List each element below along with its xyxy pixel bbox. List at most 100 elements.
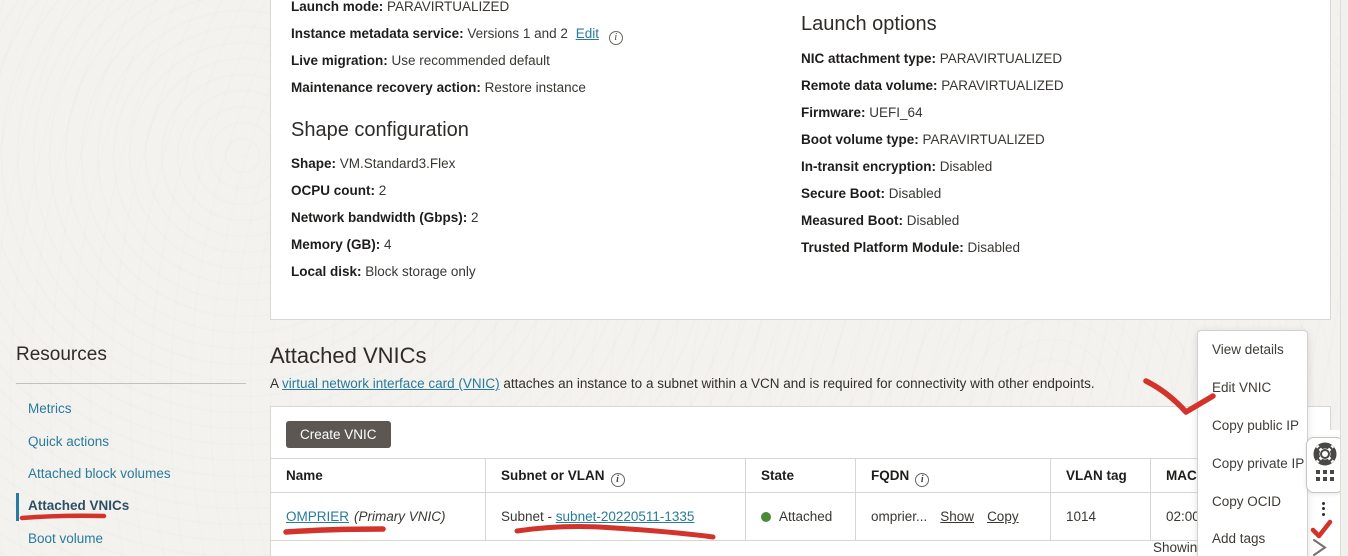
detail-value: Versions 1 and 2 (467, 26, 568, 41)
detail-value: UEFI_64 (869, 105, 922, 120)
fqdn-value: omprier... (871, 509, 927, 524)
scrollbar[interactable] (1340, 0, 1348, 556)
table-header-row: Name Subnet or VLANi State FQDNi VLAN ta… (271, 458, 1330, 493)
subnet-link[interactable]: subnet-20220511-1335 (556, 509, 695, 524)
cell-fqdn: omprier... Show Copy (856, 493, 1051, 540)
detail-metadata-service: Instance metadata service: Versions 1 an… (291, 26, 623, 45)
vnic-name-link[interactable]: OMPRIER (286, 509, 349, 524)
create-vnic-button[interactable]: Create VNIC (286, 421, 391, 448)
description-suffix: attaches an instance to a subnet within … (500, 376, 1095, 391)
memory-row: Memory (GB): 4 (291, 237, 392, 252)
row-actions-menu: View details Edit VNIC Copy public IP Co… (1197, 330, 1308, 556)
detail-value: 2 (471, 210, 479, 225)
tpm-row: Trusted Platform Module: Disabled (801, 240, 1020, 255)
nic-attachment-row: NIC attachment type: PARAVIRTUALIZED (801, 51, 1062, 66)
column-header-name: Name (271, 459, 486, 492)
instance-details-card: Launch mode: PARAVIRTUALIZED Instance me… (270, 0, 1331, 320)
detail-maintenance: Maintenance recovery action: Restore ins… (291, 80, 586, 95)
menu-item-copy-ocid[interactable]: Copy OCID (1212, 494, 1281, 509)
remote-data-row: Remote data volume: PARAVIRTUALIZED (801, 78, 1064, 93)
launch-options-title: Launch options (801, 13, 937, 36)
ocpu-row: OCPU count: 2 (291, 183, 386, 198)
state-attached-dot (761, 512, 771, 522)
detail-label: Network bandwidth (Gbps): (291, 210, 467, 225)
menu-item-add-tags[interactable]: Add tags (1212, 531, 1265, 546)
sidebar-active-indicator (16, 493, 19, 521)
detail-label: Local disk: (291, 264, 362, 279)
boot-volume-type-row: Boot volume type: PARAVIRTUALIZED (801, 132, 1045, 147)
vnic-table: Name Subnet or VLANi State FQDNi VLAN ta… (271, 458, 1330, 541)
detail-value: Disabled (940, 159, 993, 174)
menu-item-copy-public-ip[interactable]: Copy public IP (1212, 418, 1299, 433)
cell-vlan-tag: 1014 (1051, 493, 1151, 540)
menu-item-edit-vnic[interactable]: Edit VNIC (1212, 380, 1271, 395)
cell-name: OMPRIER (Primary VNIC) (271, 493, 486, 540)
red-underline-sidebar (22, 516, 104, 518)
detail-value: Disabled (968, 240, 1021, 255)
resources-divider (16, 383, 246, 384)
attached-vnics-title: Attached VNICs (270, 343, 427, 369)
cell-subnet: Subnet - subnet-20220511-1335 (486, 493, 746, 540)
sidebar-item-metrics[interactable]: Metrics (28, 401, 72, 416)
column-header-fqdn: FQDNi (856, 459, 1051, 492)
subnet-prefix: Subnet - (501, 509, 556, 524)
detail-value: Disabled (889, 186, 942, 201)
detail-label: Remote data volume: (801, 78, 938, 93)
detail-value: 4 (384, 237, 392, 252)
detail-value: Restore instance (485, 80, 586, 95)
detail-value: Disabled (907, 213, 960, 228)
edit-metadata-link[interactable]: Edit (576, 26, 599, 41)
detail-label: Firmware: (801, 105, 866, 120)
attached-vnics-description: A virtual network interface card (VNIC) … (270, 376, 1095, 391)
info-icon[interactable]: i (609, 31, 623, 45)
firmware-row: Firmware: UEFI_64 (801, 105, 923, 120)
detail-label: Measured Boot: (801, 213, 903, 228)
menu-item-copy-private-ip[interactable]: Copy private IP (1212, 456, 1304, 471)
fqdn-show-link[interactable]: Show (940, 509, 974, 524)
menu-item-view-details[interactable]: View details (1212, 342, 1284, 357)
detail-launch-mode: Launch mode: PARAVIRTUALIZED (291, 0, 509, 14)
fqdn-copy-link[interactable]: Copy (987, 509, 1019, 524)
shape-configuration-title: Shape configuration (291, 119, 469, 142)
detail-label: Shape: (291, 156, 336, 171)
detail-label: Trusted Platform Module: (801, 240, 964, 255)
description-prefix: A (270, 376, 282, 391)
detail-label: Memory (GB): (291, 237, 380, 252)
detail-label: Secure Boot: (801, 186, 885, 201)
detail-value: Use recommended default (392, 53, 550, 68)
info-icon[interactable]: i (915, 473, 929, 487)
in-transit-row: In-transit encryption: Disabled (801, 159, 992, 174)
detail-value: Block storage only (365, 264, 475, 279)
info-icon[interactable]: i (611, 473, 625, 487)
sidebar-item-quick-actions[interactable]: Quick actions (28, 434, 109, 449)
help-widget[interactable] (1306, 437, 1344, 493)
vnic-doc-link[interactable]: virtual network interface card (VNIC) (282, 376, 500, 391)
detail-value: VM.Standard3.Flex (340, 156, 456, 171)
sidebar-item-attached-block-volumes[interactable]: Attached block volumes (28, 466, 171, 481)
detail-label: Boot volume type: (801, 132, 919, 147)
apps-grid-icon[interactable] (1316, 470, 1334, 481)
primary-vnic-note: (Primary VNIC) (354, 509, 446, 524)
detail-label: Launch mode: (291, 0, 383, 14)
detail-label: OCPU count: (291, 183, 375, 198)
life-ring-icon[interactable] (1312, 441, 1338, 467)
detail-label: Live migration: (291, 53, 388, 68)
sidebar-item-boot-volume[interactable]: Boot volume (28, 531, 103, 546)
local-disk-row: Local disk: Block storage only (291, 264, 476, 279)
detail-label: In-transit encryption: (801, 159, 936, 174)
secure-boot-row: Secure Boot: Disabled (801, 186, 941, 201)
detail-value: PARAVIRTUALIZED (387, 0, 509, 14)
shape-row: Shape: VM.Standard3.Flex (291, 156, 455, 171)
detail-label: Instance metadata service: (291, 26, 464, 41)
column-header-subnet: Subnet or VLANi (486, 459, 746, 492)
detail-value: PARAVIRTUALIZED (923, 132, 1045, 147)
detail-label: NIC attachment type: (801, 51, 936, 66)
state-label: Attached (779, 509, 832, 524)
sidebar-item-attached-vnics[interactable]: Attached VNICs (28, 498, 129, 513)
resources-title: Resources (16, 344, 107, 366)
kebab-menu-button[interactable] (1316, 499, 1330, 518)
detail-value: PARAVIRTUALIZED (940, 51, 1062, 66)
detail-value: PARAVIRTUALIZED (941, 78, 1063, 93)
detail-label: Maintenance recovery action: (291, 80, 481, 95)
detail-live-migration: Live migration: Use recommended default (291, 53, 550, 68)
